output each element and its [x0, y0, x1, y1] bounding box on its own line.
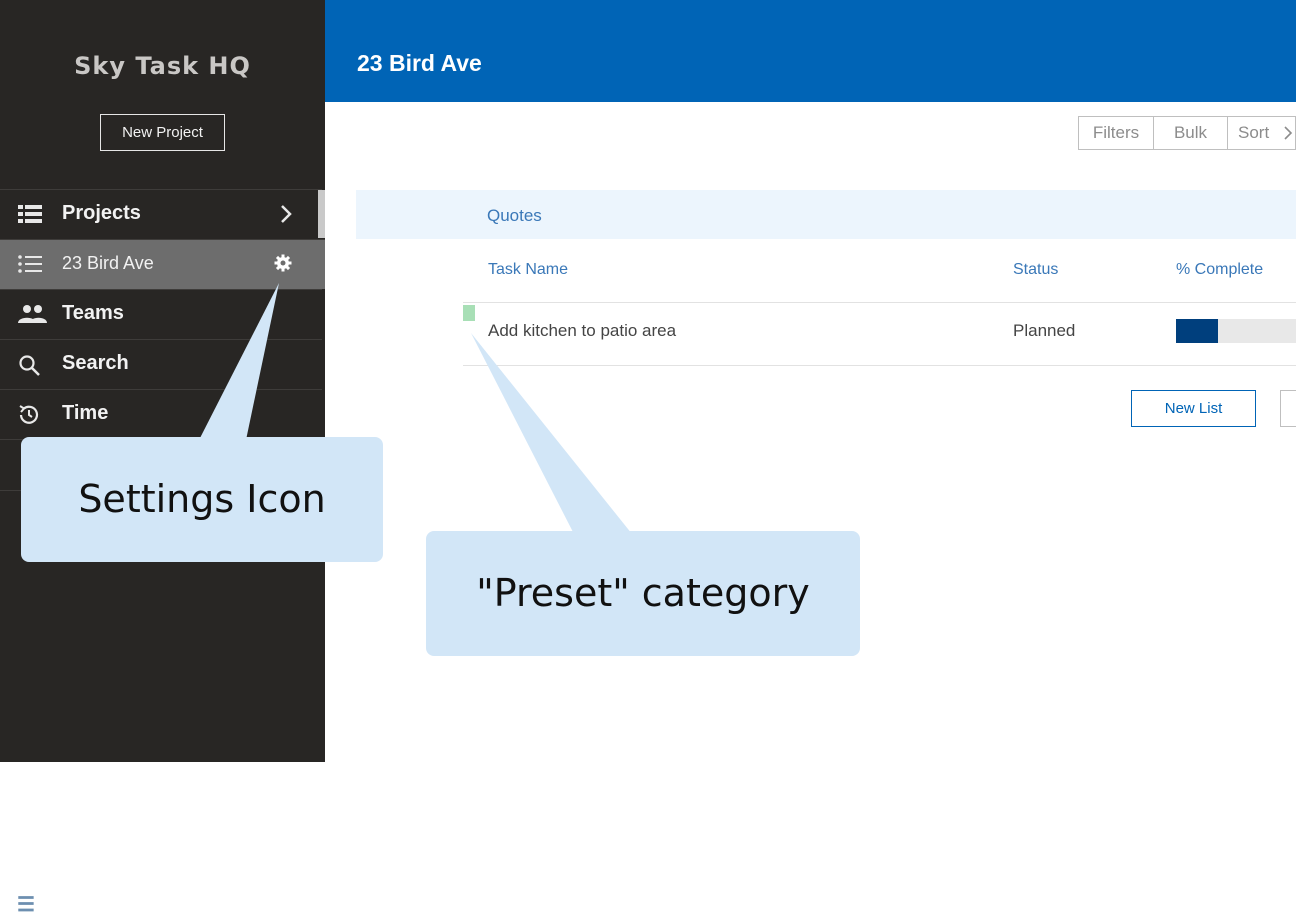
preset-callout-pointer	[471, 333, 632, 534]
settings-callout: Settings Icon	[21, 437, 383, 562]
settings-callout-pointer	[199, 283, 279, 440]
preset-callout: "Preset" category	[426, 531, 860, 656]
settings-list-icon: ☰	[17, 894, 35, 916]
